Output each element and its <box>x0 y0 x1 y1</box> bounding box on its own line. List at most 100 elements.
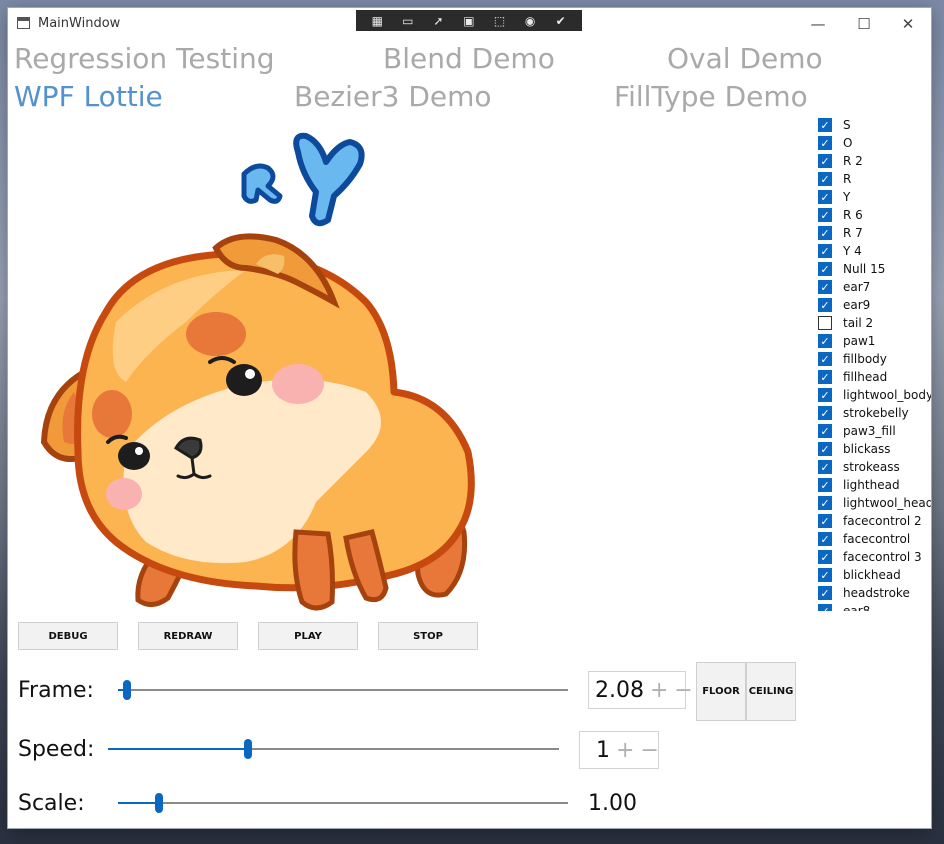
floor-button[interactable]: FLOOR <box>696 662 746 721</box>
broadcast-icon[interactable]: ◉ <box>523 14 537 28</box>
layer-checkbox[interactable]: ✓ <box>818 496 832 510</box>
scale-slider-thumb[interactable] <box>154 793 163 813</box>
speed-plus-icon[interactable]: + <box>616 738 634 763</box>
ceiling-button[interactable]: CEILING <box>746 662 796 721</box>
layer-checkbox[interactable]: ✓ <box>818 226 832 240</box>
redraw-button[interactable]: REDRAW <box>138 622 238 650</box>
layer-label: facecontrol <box>843 532 911 546</box>
layer-item[interactable]: ✓ blickhead <box>814 566 931 584</box>
nav-blend-demo[interactable]: Blend Demo <box>383 42 555 76</box>
layer-item[interactable]: ✓ lighthead <box>814 476 931 494</box>
layer-item[interactable]: ✓ Null 15 <box>814 260 931 278</box>
frame-slider-thumb[interactable] <box>123 680 131 700</box>
layer-checkbox[interactable]: ✓ <box>818 244 832 258</box>
speed-value[interactable]: 1 <box>596 738 610 763</box>
layer-item[interactable]: ✓ R 7 <box>814 224 931 242</box>
layer-item[interactable]: ✓ R 6 <box>814 206 931 224</box>
layer-checkbox[interactable]: ✓ <box>818 604 832 611</box>
layer-item[interactable]: ✓ facecontrol 2 <box>814 512 931 530</box>
screen-icon[interactable]: ▣ <box>462 14 476 28</box>
layer-item[interactable]: ✓ R 2 <box>814 152 931 170</box>
layer-checkbox[interactable]: ✓ <box>818 298 832 312</box>
debug-button[interactable]: DEBUG <box>18 622 118 650</box>
layer-checkbox[interactable]: ✓ <box>818 118 832 132</box>
maximize-button[interactable]: ☐ <box>841 8 887 40</box>
layer-label: lighthead <box>843 478 900 492</box>
layer-item[interactable]: ✓ fillbody <box>814 350 931 368</box>
layer-checkbox[interactable]: ✓ <box>818 136 832 150</box>
capture-icon[interactable]: ⬚ <box>493 14 507 28</box>
layer-item[interactable]: ✓ strokebelly <box>814 404 931 422</box>
minimize-button[interactable]: — <box>795 8 841 40</box>
speed-minus-icon[interactable]: − <box>640 738 658 763</box>
layer-item[interactable]: ✓ fillhead <box>814 368 931 386</box>
layer-checkbox[interactable]: ✓ <box>818 370 832 384</box>
layer-item[interactable]: ✓ ear8 <box>814 602 931 611</box>
layer-label: Y 4 <box>843 244 862 258</box>
layer-item[interactable]: ✓ headstroke <box>814 584 931 602</box>
speed-stepper[interactable]: 1 + − <box>579 731 659 769</box>
nav-oval-demo[interactable]: Oval Demo <box>667 42 823 76</box>
layer-item[interactable]: ✓ strokeass <box>814 458 931 476</box>
frame-minus-icon[interactable]: − <box>674 678 692 703</box>
layer-label: R 7 <box>843 226 863 240</box>
layer-checkbox[interactable]: ✓ <box>818 154 832 168</box>
frame-value[interactable]: 2.08 <box>595 678 644 703</box>
layer-item[interactable]: ✓ Y 4 <box>814 242 931 260</box>
layer-item[interactable]: ✓ paw1 <box>814 332 931 350</box>
check-icon[interactable]: ✔ <box>554 14 568 28</box>
layer-item[interactable]: ✓ ear7 <box>814 278 931 296</box>
layer-checkbox[interactable]: ✓ <box>818 586 832 600</box>
layer-checkbox[interactable]: ✓ <box>818 262 832 276</box>
nav-wpf-lottie[interactable]: WPF Lottie <box>14 80 163 114</box>
layer-checkbox[interactable]: ✓ <box>818 442 832 456</box>
letter-y-graphic <box>293 132 365 227</box>
main-window: MainWindow ▦ ▭ ➚ ▣ ⬚ ◉ ✔ — ☐ ✕ Regressio… <box>8 8 931 828</box>
layer-item[interactable]: ✓ lightwool_head 3 <box>814 494 931 512</box>
layer-item[interactable]: ✓ S <box>814 116 931 134</box>
pointer-icon[interactable]: ➚ <box>431 14 445 28</box>
layer-item[interactable]: ✓ paw3_fill <box>814 422 931 440</box>
layer-checkbox[interactable]: ✓ <box>818 388 832 402</box>
layer-item[interactable]: tail 2 <box>814 314 931 332</box>
frame-plus-icon[interactable]: + <box>650 678 668 703</box>
play-button[interactable]: PLAY <box>258 622 358 650</box>
layer-checkbox[interactable]: ✓ <box>818 460 832 474</box>
frame-stepper[interactable]: 2.08 + − <box>588 671 693 709</box>
nav-filltype-demo[interactable]: FillType Demo <box>614 80 808 114</box>
layer-checkbox[interactable]: ✓ <box>818 352 832 366</box>
layer-checkbox[interactable]: ✓ <box>818 172 832 186</box>
layer-checkbox[interactable]: ✓ <box>818 550 832 564</box>
frame-label: Frame: <box>18 678 94 703</box>
layer-checkbox[interactable]: ✓ <box>818 532 832 546</box>
layer-checkbox[interactable]: ✓ <box>818 190 832 204</box>
layer-item[interactable]: ✓ facecontrol <box>814 530 931 548</box>
layer-item[interactable]: ✓ O <box>814 134 931 152</box>
nav-regression-testing[interactable]: Regression Testing <box>14 42 275 76</box>
speed-slider[interactable] <box>108 737 559 761</box>
layer-checkbox[interactable]: ✓ <box>818 478 832 492</box>
layer-checkbox[interactable]: ✓ <box>818 514 832 528</box>
layer-checkbox[interactable]: ✓ <box>818 568 832 582</box>
close-button[interactable]: ✕ <box>885 8 931 40</box>
nav-bezier3-demo[interactable]: Bezier3 Demo <box>294 80 492 114</box>
layer-item[interactable]: ✓ Y <box>814 188 931 206</box>
widget-icon[interactable]: ▦ <box>370 14 384 28</box>
layer-label: fillbody <box>843 352 887 366</box>
record-icon[interactable]: ▭ <box>401 14 415 28</box>
layer-item[interactable]: ✓ lightwool_body <box>814 386 931 404</box>
layer-item[interactable]: ✓ ear9 <box>814 296 931 314</box>
stop-button[interactable]: STOP <box>378 622 478 650</box>
layer-checkbox[interactable]: ✓ <box>818 334 832 348</box>
layer-checkbox[interactable]: ✓ <box>818 424 832 438</box>
layer-item[interactable]: ✓ blickass <box>814 440 931 458</box>
layer-checkbox[interactable]: ✓ <box>818 406 832 420</box>
layer-checkbox[interactable]: ✓ <box>818 280 832 294</box>
speed-slider-thumb[interactable] <box>243 739 252 759</box>
layer-item[interactable]: ✓ R <box>814 170 931 188</box>
scale-slider[interactable] <box>118 791 568 815</box>
layer-item[interactable]: ✓ facecontrol 3 <box>814 548 931 566</box>
layer-checkbox[interactable]: ✓ <box>818 208 832 222</box>
layer-checkbox[interactable] <box>818 316 832 330</box>
frame-slider[interactable] <box>118 678 568 702</box>
